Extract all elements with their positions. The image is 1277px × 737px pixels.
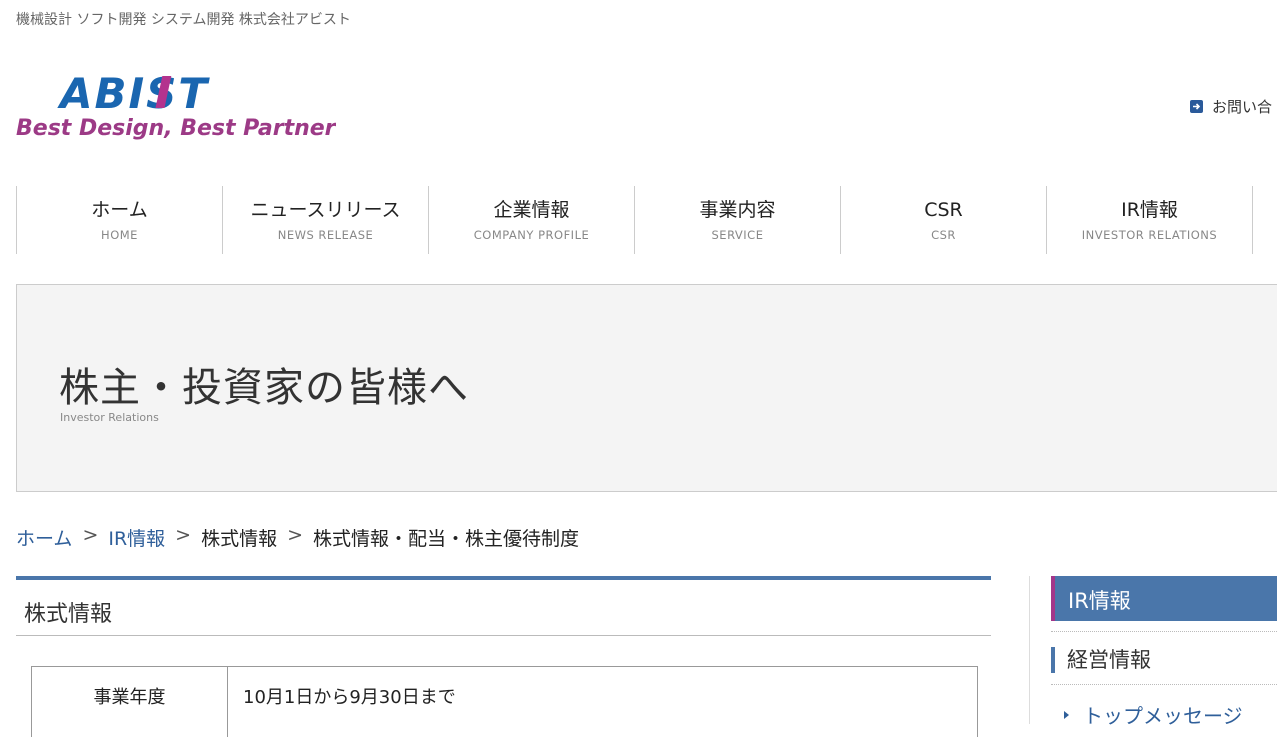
nav-label: 企業情報 (493, 199, 570, 221)
logo-slogan: Best Design, Best Partner (16, 116, 336, 141)
nav-sublabel: INVESTOR RELATIONS (1081, 228, 1218, 242)
abist-logo[interactable]: ABIST Best Design, Best Partner (16, 68, 336, 148)
breadcrumb-current: 株式情報・配当・株主優待制度 (313, 528, 580, 550)
breadcrumb-separator: > (287, 524, 304, 546)
page-subtitle: Investor Relations (60, 411, 159, 424)
contact-label: お問い合 (1212, 98, 1273, 116)
page-hero: 株主・投資家の皆様へ Investor Relations (16, 284, 1277, 492)
sidebar-subheading[interactable]: 経営情報 (1051, 647, 1277, 673)
table-value-cell: 10月1日から9月30日まで (243, 687, 456, 708)
sidebar-link-top-message[interactable]: トップメッセージ (1064, 700, 1243, 729)
sidebar-divider (1029, 576, 1030, 724)
nav-label: IR情報 (1121, 199, 1178, 221)
nav-company-profile[interactable]: 企業情報 COMPANY PROFILE (429, 186, 635, 254)
nav-service[interactable]: 事業内容 SERVICE (635, 186, 841, 254)
page-title: 株主・投資家の皆様へ (59, 365, 469, 411)
triangle-right-icon (1064, 710, 1069, 719)
stock-info-table: 事業年度 10月1日から9月30日まで (31, 666, 978, 737)
breadcrumb-separator: > (82, 524, 99, 546)
section-header: 株式情報 (16, 576, 991, 636)
nav-investor-relations[interactable]: IR情報 INVESTOR RELATIONS (1047, 186, 1253, 254)
breadcrumb-separator: > (175, 524, 192, 546)
breadcrumb-home[interactable]: ホーム (16, 524, 72, 551)
nav-csr[interactable]: CSR CSR (841, 186, 1047, 254)
breadcrumb-ir[interactable]: IR情報 (108, 524, 165, 551)
contact-link[interactable]: お問い合 (1190, 96, 1272, 117)
breadcrumb-stock: 株式情報 (201, 528, 278, 550)
nav-label: ニュースリリース (250, 199, 401, 221)
sidebar-link-label: トップメッセージ (1083, 704, 1243, 728)
nav-label: ホーム (91, 199, 148, 221)
sidebar-rule (1051, 684, 1277, 685)
nav-sublabel: HOME (101, 228, 138, 242)
nav-news-release[interactable]: ニュースリリース NEWS RELEASE (223, 186, 429, 254)
nav-home[interactable]: ホーム HOME (17, 186, 223, 254)
site-tagline: 機械設計 ソフト開発 システム開発 株式会社アビスト (16, 12, 351, 28)
breadcrumb: ホーム > IR情報 > 株式情報 > 株式情報・配当・株主優待制度 (16, 524, 579, 551)
nav-sublabel: CSR (931, 228, 956, 242)
global-nav: ホーム HOME ニュースリリース NEWS RELEASE 企業情報 COMPANY… (16, 186, 1253, 254)
nav-label: CSR (924, 199, 963, 221)
table-header-cell: 事業年度 (32, 667, 228, 737)
arrow-right-icon (1190, 100, 1203, 113)
sidebar-heading[interactable]: IR情報 (1051, 576, 1277, 621)
sidebar-rule (1051, 631, 1277, 632)
section-heading: 株式情報 (24, 602, 113, 627)
nav-sublabel: SERVICE (711, 228, 764, 242)
logo-wordmark: ABIST (57, 69, 210, 118)
nav-sublabel: COMPANY PROFILE (473, 228, 590, 242)
nav-sublabel: NEWS RELEASE (277, 228, 374, 242)
nav-label: 事業内容 (699, 199, 776, 221)
